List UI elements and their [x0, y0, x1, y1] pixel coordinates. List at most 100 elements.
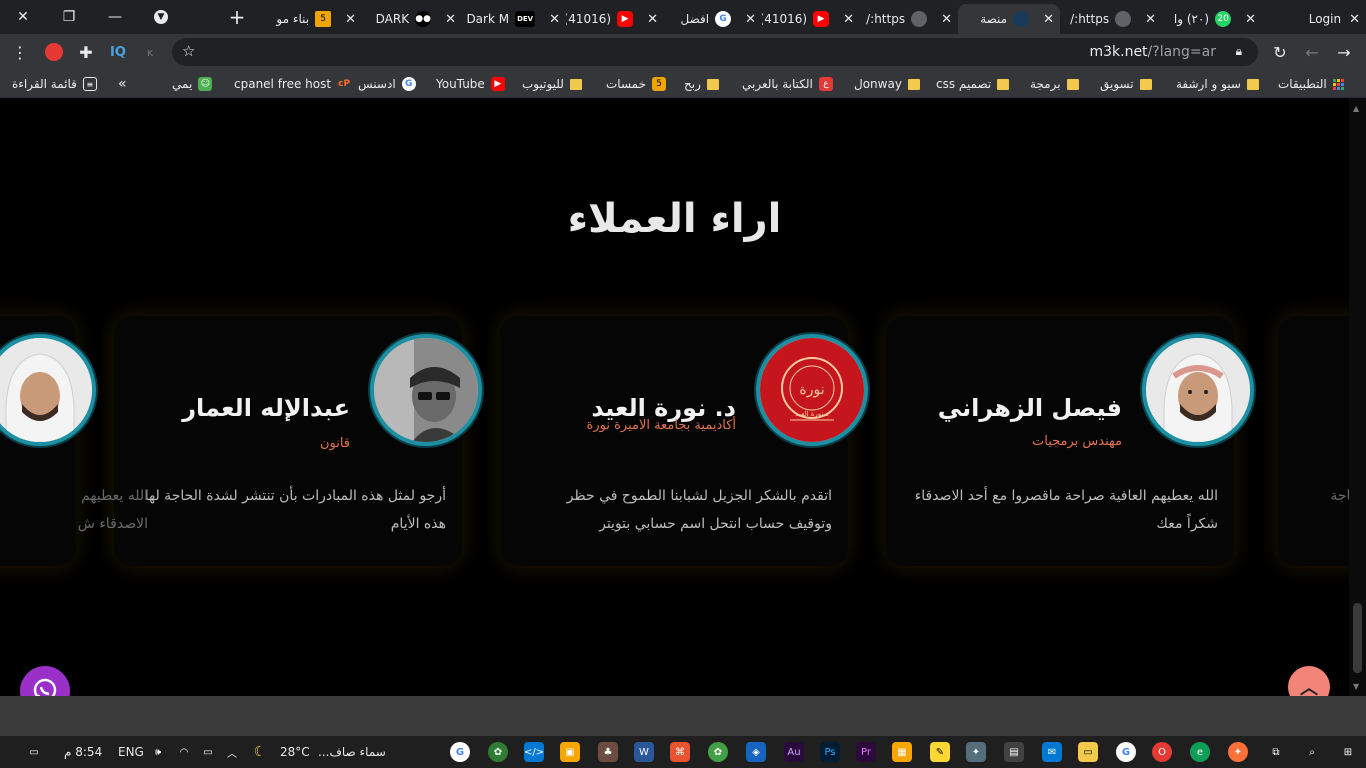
tab-active-platform[interactable]: ✕ منصة — [958, 4, 1060, 34]
app-tree-icon[interactable]: ♣ — [598, 742, 618, 762]
page-scrollbar[interactable]: ▲ ▼ — [1349, 98, 1366, 696]
reading-list-button[interactable]: ≡ قائمة القراءة — [12, 75, 97, 93]
taskbar-temperature[interactable]: 28°C — [280, 745, 310, 759]
section-title: اراء العملاء — [567, 196, 782, 242]
xampp-icon[interactable]: ⌘ — [670, 742, 690, 762]
close-icon[interactable]: ✕ — [647, 12, 658, 27]
firefox-icon[interactable]: ✦ — [1228, 742, 1248, 762]
bookmark-folder-programming[interactable]: برمجة — [1030, 75, 1079, 93]
virtualbox-icon[interactable]: ◈ — [746, 742, 766, 762]
taskbar-clock[interactable]: 8:54 م — [64, 745, 102, 759]
testimonial-card: نورة د.نورة العيد د. نورة العيد أكاديمية… — [500, 316, 868, 566]
extensions-button[interactable]: ✚ — [74, 40, 98, 64]
bookmark-khamsat[interactable]: 5 خمسات — [606, 75, 667, 93]
app-leaf-icon[interactable]: ✿ — [708, 742, 728, 762]
window-close-button[interactable]: ✕ — [0, 0, 46, 34]
bookmark-youtube[interactable]: ▶ YouTube — [436, 75, 505, 93]
forward-button[interactable]: ← — [1300, 40, 1324, 64]
chrome-icon[interactable]: G — [450, 742, 470, 762]
word-icon[interactable]: W — [634, 742, 654, 762]
wifi-icon[interactable]: ◠ — [174, 742, 194, 762]
tray-chevron-icon[interactable]: ︿ — [222, 742, 242, 762]
bookmark-cpanel[interactable]: cP cpanel free host — [234, 75, 351, 93]
search-icon[interactable]: ⌕ — [1302, 742, 1322, 762]
bookmark-folder-marketing[interactable]: تسويق — [1100, 75, 1152, 93]
bookmarks-overflow-button[interactable]: » — [118, 75, 127, 93]
premiere-icon[interactable]: Pr — [856, 742, 876, 762]
taskbar-language[interactable]: ENG — [118, 745, 144, 759]
tab-search-button[interactable]: ▼ — [138, 0, 184, 34]
bookmark-folder-seo[interactable]: سيو و ارشفة — [1176, 75, 1259, 93]
tab-dark[interactable]: ✕ ●● DARK — [362, 4, 462, 34]
window-restore-button[interactable]: ❐ — [46, 0, 92, 34]
close-icon[interactable]: ✕ — [445, 12, 456, 27]
bookmark-yummy[interactable]: ☺ يمي — [172, 75, 213, 93]
scroll-to-top-button[interactable]: ︿ — [1288, 666, 1330, 696]
bookmark-star-icon[interactable]: ☆ — [182, 42, 195, 60]
tab-dev[interactable]: ✕ DEV Dark M — [462, 4, 566, 34]
paint-icon[interactable]: ✦ — [966, 742, 986, 762]
youtube-icon: ▶ — [490, 77, 505, 91]
tab-label: DARK — [375, 12, 410, 26]
close-icon[interactable]: ✕ — [745, 12, 756, 27]
tab-youtube-1[interactable]: ✕ ▶ (41016) — [762, 4, 860, 34]
bookmark-folder-youtube[interactable]: لليوتيوب — [522, 75, 582, 93]
file-explorer-icon[interactable]: ▭ — [1078, 742, 1098, 762]
notepad-icon[interactable]: ✎ — [930, 742, 950, 762]
scroll-up-arrow-icon[interactable]: ▲ — [1353, 104, 1359, 113]
close-icon[interactable]: ✕ — [549, 12, 560, 27]
bookmark-folder-profit[interactable]: ربح — [684, 75, 719, 93]
app-box-icon[interactable]: ▣ — [560, 742, 580, 762]
notifications-icon[interactable]: ▭ — [24, 742, 44, 762]
opera-icon[interactable]: O — [1152, 742, 1172, 762]
chrome-active-icon[interactable]: G — [1116, 742, 1136, 762]
task-view-icon[interactable]: ⧉ — [1266, 742, 1286, 762]
bookmark-arabic-writing[interactable]: ع الكتابة بالعربي — [742, 75, 833, 93]
tab-whatsapp[interactable]: ✕ 20 (٢٠) وا — [1162, 4, 1262, 34]
close-icon[interactable]: ✕ — [1245, 12, 1256, 27]
scrollbar-thumb[interactable] — [1353, 603, 1362, 673]
window-minimize-button[interactable]: — — [92, 0, 138, 34]
store-icon[interactable]: ▤ — [1004, 742, 1024, 762]
close-icon[interactable]: ✕ — [1145, 12, 1156, 27]
menu-button[interactable]: ⋮ — [8, 40, 32, 64]
new-tab-button[interactable]: + — [214, 0, 260, 34]
volume-icon[interactable]: 🕪︎ — [148, 742, 168, 762]
mail-icon[interactable]: ✉ — [1042, 742, 1062, 762]
tab-https-1[interactable]: ✕ https:/ — [1062, 4, 1162, 34]
google-icon: G — [401, 77, 416, 91]
close-icon[interactable]: ✕ — [345, 12, 356, 27]
bookmark-apps[interactable]: التطبيقات — [1278, 75, 1344, 93]
close-icon[interactable]: ✕ — [1043, 12, 1054, 27]
start-menu-icon[interactable]: ⊞ — [1338, 742, 1358, 762]
bookmark-folder-onway[interactable]: onwayل — [854, 75, 920, 93]
extension-iq-button[interactable]: IQ — [106, 40, 130, 64]
address-bar[interactable]: ☆ m3k.net/?lang=ar 🔒︎ — [172, 38, 1258, 66]
lock-icon[interactable]: 🔒︎ — [1236, 44, 1242, 59]
extension-record-button[interactable] — [42, 40, 66, 64]
audition-icon[interactable]: Au — [784, 742, 804, 762]
close-icon[interactable]: ✕ — [843, 12, 854, 27]
extension-k-button[interactable]: ĸ — [138, 40, 162, 64]
close-icon[interactable]: ✕ — [941, 12, 952, 27]
scroll-down-arrow-icon[interactable]: ▼ — [1353, 682, 1359, 691]
tab-login[interactable]: ✕ Login — [1262, 4, 1366, 34]
tab-https-2[interactable]: ✕ https:/ — [860, 4, 958, 34]
photoshop-icon[interactable]: Ps — [820, 742, 840, 762]
taskbar-weather[interactable]: سماء صاف... — [318, 745, 386, 759]
reload-button[interactable]: ↻ — [1268, 40, 1292, 64]
app-green-icon[interactable]: ✿ — [488, 742, 508, 762]
whatsapp-float-button[interactable] — [20, 666, 70, 696]
edge-icon[interactable]: e — [1190, 742, 1210, 762]
tab-best[interactable]: ✕ G افضل — [664, 4, 762, 34]
app-orange-icon[interactable]: ▦ — [892, 742, 912, 762]
back-button[interactable]: → — [1332, 40, 1356, 64]
tab-youtube-2[interactable]: ✕ ▶ (41016) — [566, 4, 664, 34]
bookmark-adsense[interactable]: G ادسنس — [358, 75, 416, 93]
close-icon[interactable]: ✕ — [1349, 12, 1360, 27]
vscode-icon[interactable]: </> — [524, 742, 544, 762]
bookmark-folder-css[interactable]: تصميم css — [936, 75, 1010, 93]
battery-icon[interactable]: ▭ — [198, 742, 218, 762]
url-text: m3k.net/?lang=ar — [1089, 44, 1216, 60]
tab-build[interactable]: ✕ 5 بناء مو — [262, 4, 362, 34]
